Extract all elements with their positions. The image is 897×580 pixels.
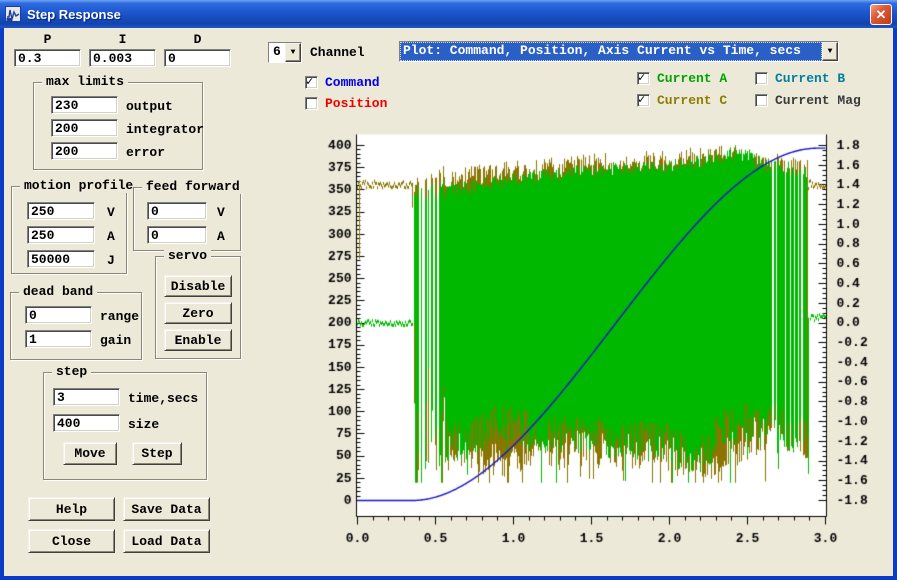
group-servo: servo Disable Zero Enable — [155, 256, 241, 359]
error-limit-input[interactable] — [51, 142, 118, 160]
velocity-label: V — [107, 205, 115, 220]
command-checkbox[interactable]: ✓ — [305, 76, 318, 89]
check-icon: ✓ — [306, 74, 313, 89]
error-limit-label: error — [126, 145, 165, 160]
integrator-limit-label: integrator — [126, 122, 204, 137]
p-input[interactable] — [14, 49, 81, 67]
group-motion-profile: motion profile V A J — [11, 186, 127, 274]
channel-select[interactable]: 6 ▼ — [268, 42, 302, 63]
integrator-limit-input[interactable] — [51, 119, 118, 137]
window: Step Response ✕ P I D max limits output … — [0, 0, 897, 580]
output-limit-label: output — [126, 99, 173, 114]
deadband-range-label: range — [100, 309, 139, 324]
d-input[interactable] — [164, 49, 231, 67]
group-dead-band-title: dead band — [19, 284, 97, 299]
deadband-gain-label: gain — [100, 333, 131, 348]
position-checkbox[interactable]: ✓ — [305, 97, 318, 110]
ff-accel-input[interactable] — [147, 226, 207, 244]
current-a-checkbox-label: Current A — [657, 71, 727, 86]
ff-velocity-input[interactable] — [147, 202, 207, 220]
command-checkbox-label: Command — [325, 75, 380, 90]
d-label: D — [164, 32, 231, 47]
close-button[interactable]: Close — [28, 529, 115, 553]
enable-button[interactable]: Enable — [164, 329, 232, 351]
window-title: Step Response — [27, 7, 870, 22]
plot-select[interactable]: Plot: Command, Position, Axis Current vs… — [399, 41, 839, 62]
channel-label: Channel — [310, 45, 365, 60]
channel-value: 6 — [269, 43, 285, 62]
close-icon: ✕ — [876, 8, 887, 21]
disable-button[interactable]: Disable — [164, 275, 232, 297]
jerk-input[interactable] — [27, 250, 95, 268]
load-data-button[interactable]: Load Data — [123, 529, 210, 553]
plot-select-dropdown-button[interactable]: ▼ — [822, 42, 838, 61]
i-label: I — [89, 32, 156, 47]
accel-label: A — [107, 229, 115, 244]
ff-accel-label: A — [217, 229, 225, 244]
step-time-input[interactable] — [53, 388, 120, 406]
chevron-down-icon: ▼ — [828, 47, 833, 56]
channel-dropdown-button[interactable]: ▼ — [285, 43, 301, 62]
group-servo-title: servo — [164, 248, 211, 263]
current-c-checkbox[interactable]: ✓ — [637, 94, 650, 107]
ff-velocity-label: V — [217, 205, 225, 220]
group-dead-band: dead band range gain — [10, 292, 142, 360]
zero-button[interactable]: Zero — [164, 302, 232, 324]
i-input[interactable] — [89, 49, 156, 67]
step-response-plot[interactable] — [320, 118, 893, 568]
window-body: P I D max limits output integrator error… — [4, 28, 893, 576]
output-limit-input[interactable] — [51, 96, 118, 114]
group-step: step time,secs size Move Step — [43, 372, 207, 480]
position-checkbox-label: Position — [325, 96, 387, 111]
step-size-input[interactable] — [53, 414, 120, 432]
current-b-checkbox[interactable]: ✓ — [755, 72, 768, 85]
titlebar: Step Response ✕ — [0, 0, 897, 28]
check-icon: ✓ — [638, 70, 645, 85]
group-feed-forward-title: feed forward — [142, 179, 244, 194]
group-motion-profile-title: motion profile — [20, 178, 137, 193]
deadband-gain-input[interactable] — [25, 330, 92, 348]
titlebar-close-button[interactable]: ✕ — [870, 4, 892, 25]
chevron-down-icon: ▼ — [291, 48, 296, 57]
group-feed-forward: feed forward V A — [133, 187, 241, 251]
current-mag-checkbox[interactable]: ✓ — [755, 94, 768, 107]
deadband-range-input[interactable] — [25, 306, 92, 324]
step-button[interactable]: Step — [132, 442, 182, 465]
check-icon: ✓ — [638, 92, 645, 107]
move-button[interactable]: Move — [63, 442, 117, 465]
app-icon — [5, 6, 21, 22]
step-size-label: size — [128, 417, 159, 432]
group-max-limits: max limits output integrator error — [33, 82, 203, 170]
jerk-label: J — [107, 253, 115, 268]
plot-select-value: Plot: Command, Position, Axis Current vs… — [400, 42, 822, 61]
accel-input[interactable] — [27, 226, 95, 244]
save-data-button[interactable]: Save Data — [123, 497, 210, 521]
velocity-input[interactable] — [27, 202, 95, 220]
current-c-checkbox-label: Current C — [657, 93, 727, 108]
current-a-checkbox[interactable]: ✓ — [637, 72, 650, 85]
help-button[interactable]: Help — [28, 497, 115, 521]
step-time-label: time,secs — [128, 391, 198, 406]
group-step-title: step — [52, 364, 91, 379]
current-b-checkbox-label: Current B — [775, 71, 845, 86]
group-max-limits-title: max limits — [42, 74, 128, 89]
current-mag-checkbox-label: Current Mag — [775, 93, 861, 108]
p-label: P — [14, 32, 81, 47]
